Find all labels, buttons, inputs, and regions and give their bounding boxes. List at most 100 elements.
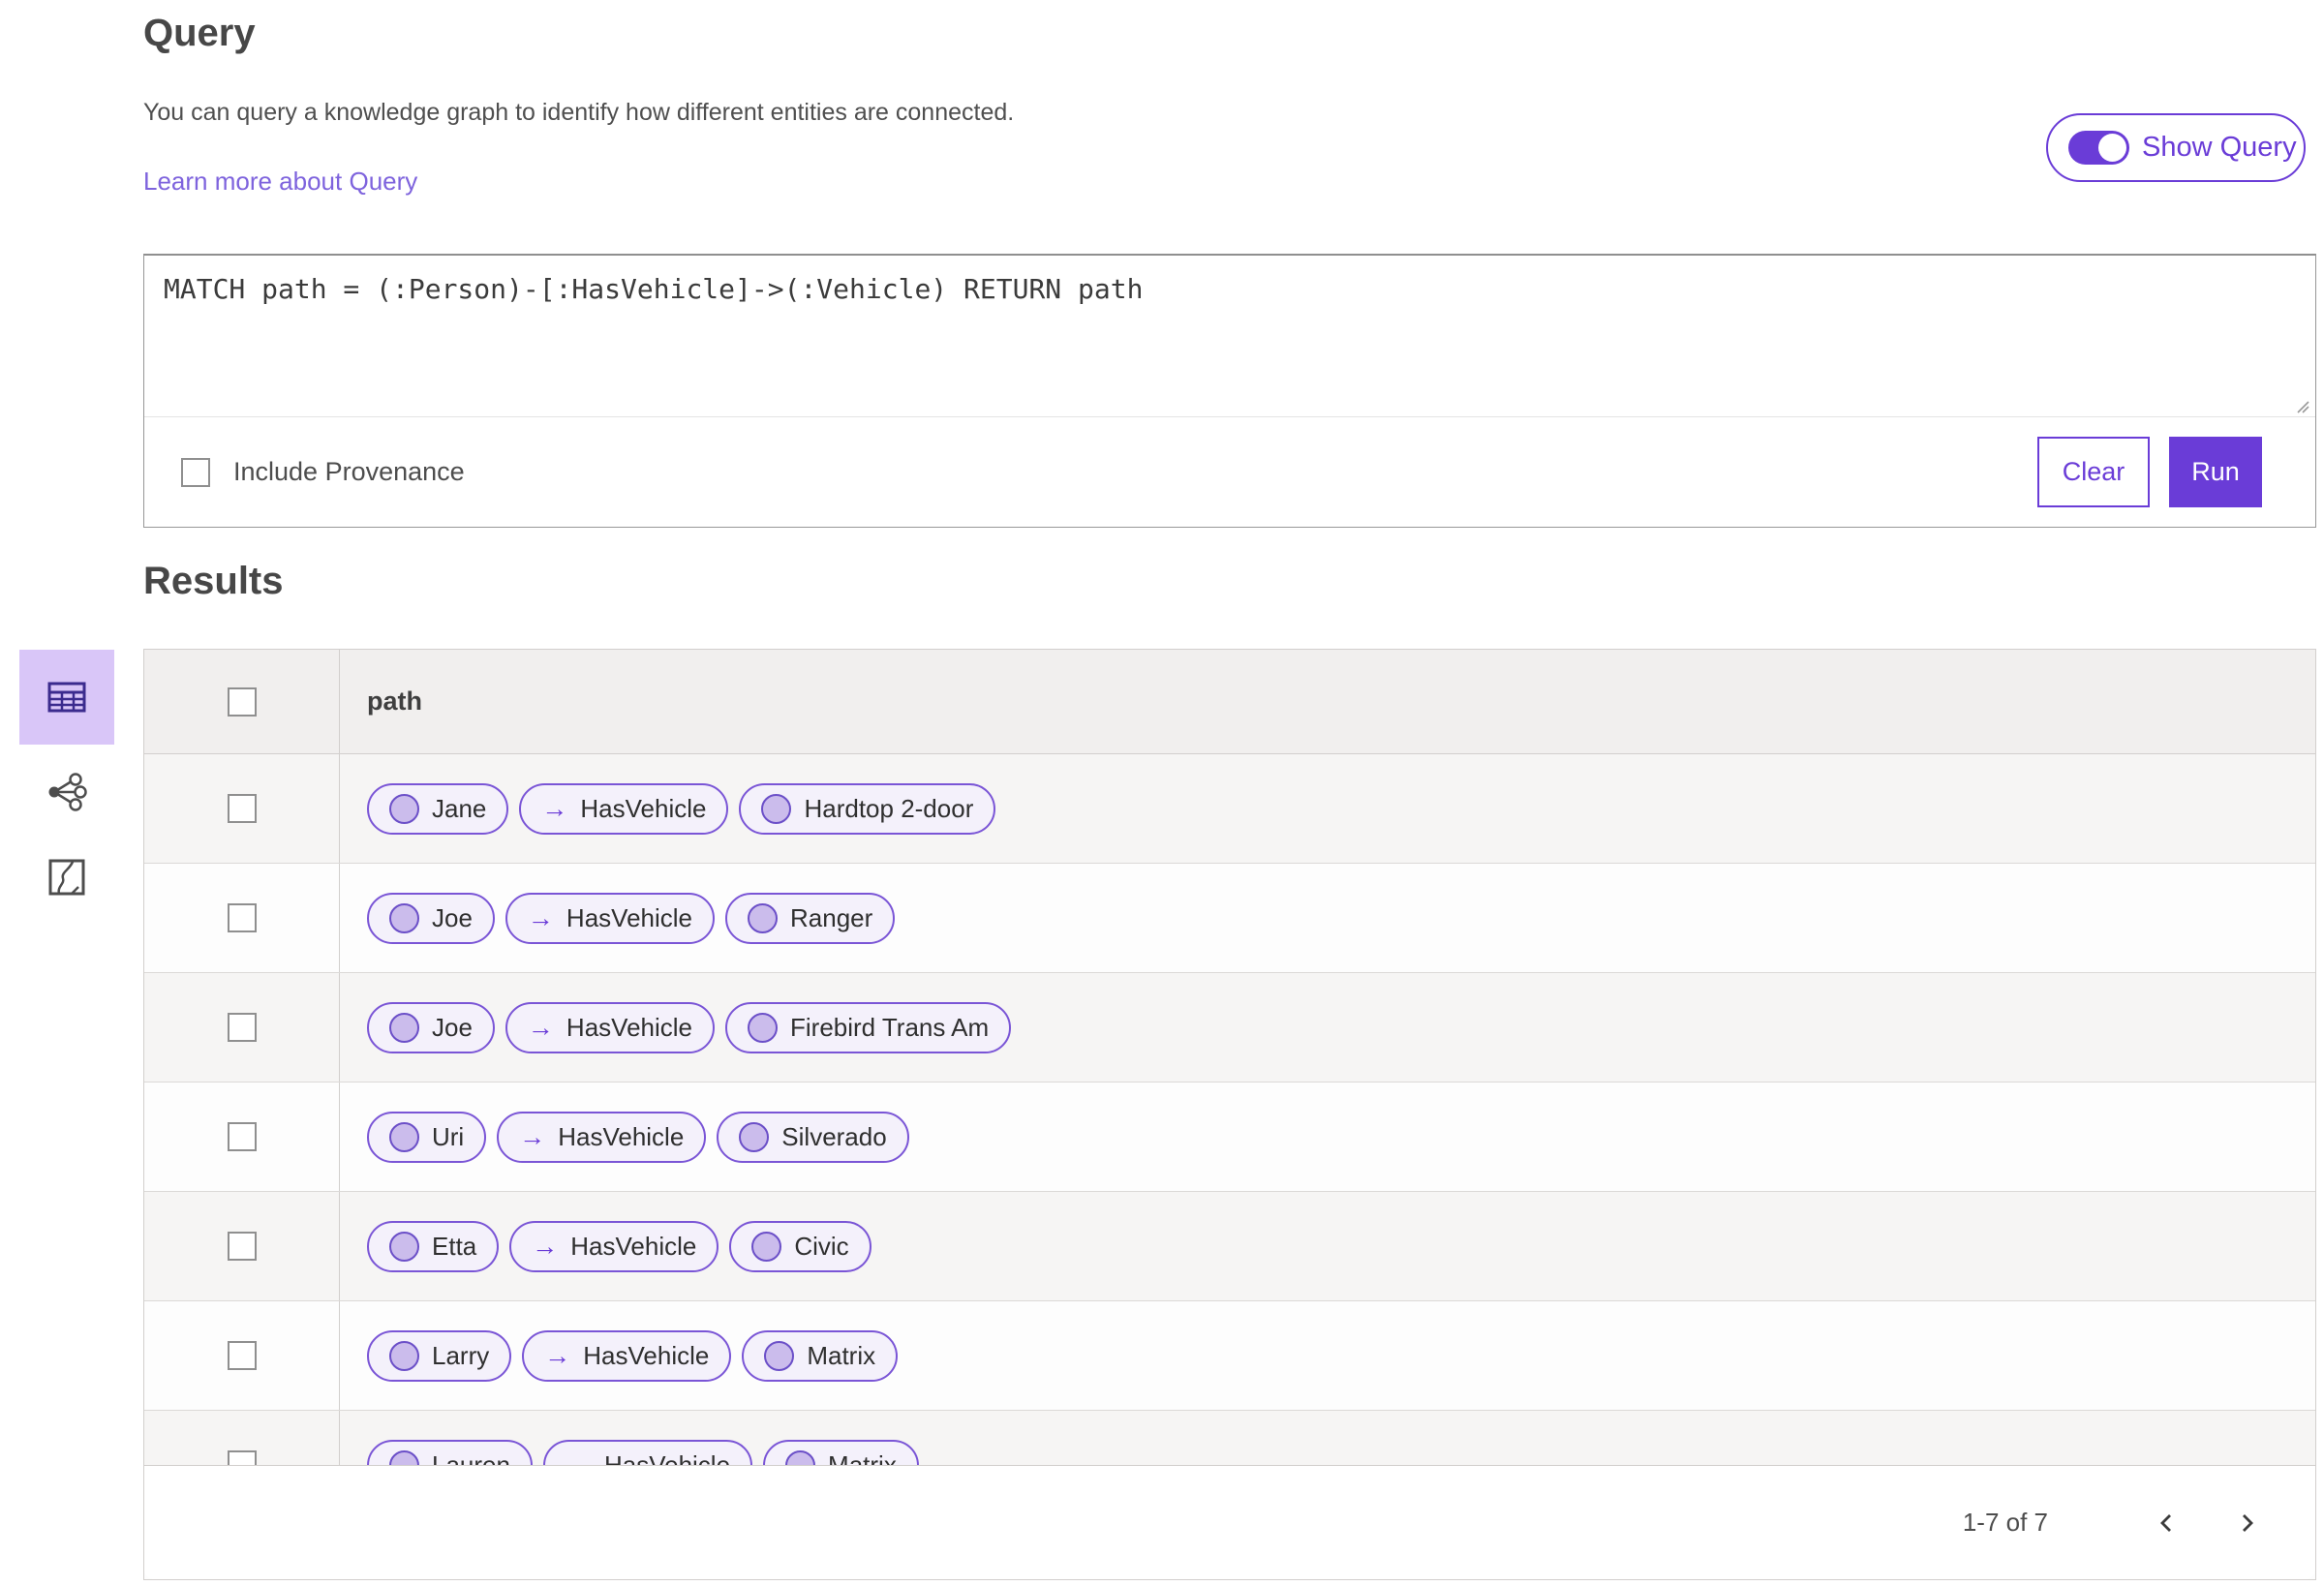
map-view-button[interactable]	[19, 839, 114, 915]
row-select-cell	[144, 1301, 340, 1410]
row-select-cell	[144, 1083, 340, 1191]
query-input[interactable]: MATCH path = (:Person)-[:HasVehicle]->(:…	[144, 256, 2315, 416]
chevron-right-icon	[2243, 1513, 2253, 1532]
entity-pill[interactable]: Larry	[367, 1329, 512, 1382]
entity-pill[interactable]: Firebird Trans Am	[725, 1001, 1012, 1053]
chevron-left-icon	[2160, 1513, 2171, 1532]
relation-pill[interactable]: → HasVehicle	[519, 782, 729, 835]
select-all-checkbox[interactable]	[227, 686, 257, 717]
entity-pill[interactable]: Ranger	[725, 892, 896, 944]
entity-node-icon	[761, 793, 792, 824]
entity-node-icon	[389, 1231, 419, 1262]
row-checkbox[interactable]	[227, 1122, 257, 1151]
entity-pill[interactable]: Uri	[367, 1111, 487, 1163]
entity-pill-label: Jane	[432, 793, 487, 823]
entity-node-icon	[389, 902, 419, 933]
entity-pill[interactable]: Matrix	[742, 1329, 899, 1382]
row-select-cell	[144, 1192, 340, 1300]
query-panel: MATCH path = (:Person)-[:HasVehicle]->(:…	[143, 254, 2316, 528]
entity-pill[interactable]: Jane	[367, 782, 509, 835]
row-select-cell	[144, 973, 340, 1082]
relation-pill[interactable]: → HasVehicle	[505, 892, 715, 944]
path-column-header: path	[367, 686, 422, 716]
relationship-arrow-icon: →	[544, 1340, 571, 1370]
relation-pill[interactable]: → HasVehicle	[505, 1001, 715, 1053]
entity-pill-label: Joe	[432, 902, 473, 932]
relation-pill-label: HasVehicle	[583, 1340, 710, 1370]
next-page-button[interactable]	[2224, 1501, 2269, 1545]
select-all-cell	[144, 650, 340, 753]
row-checkbox[interactable]	[227, 1013, 257, 1042]
entity-pill-label: Ranger	[790, 902, 873, 932]
path-cell: Uri → HasVehicle Silverado	[340, 1111, 909, 1163]
relation-pill[interactable]: → HasVehicle	[497, 1111, 707, 1163]
entity-node-icon	[389, 793, 419, 824]
run-button[interactable]: Run	[2169, 437, 2262, 507]
show-query-toggle[interactable]: Show Query	[2046, 113, 2306, 182]
entity-node-icon	[751, 1231, 782, 1262]
row-checkbox[interactable]	[227, 794, 257, 823]
entity-node-icon	[739, 1121, 770, 1152]
page-title: Query	[143, 12, 256, 54]
pagination-range-label: 1-7 of 7	[1962, 1508, 2048, 1537]
query-page: Query You can query a knowledge graph to…	[0, 0, 2324, 1586]
row-checkbox[interactable]	[227, 903, 257, 932]
table-row: Joe → HasVehicle Firebird Trans Am	[144, 973, 2315, 1083]
entity-node-icon	[748, 902, 778, 933]
include-provenance-label: Include Provenance	[233, 457, 465, 486]
pagination-bar: 1-7 of 7	[144, 1465, 2315, 1579]
learn-more-link[interactable]: Learn more about Query	[143, 167, 417, 197]
relation-pill[interactable]: → HasVehicle	[522, 1329, 732, 1382]
link-chart-view-icon	[48, 773, 87, 811]
relationship-arrow-icon: →	[532, 1231, 559, 1261]
relation-pill-label: HasVehicle	[558, 1121, 685, 1151]
include-provenance-checkbox[interactable]	[181, 457, 210, 487]
path-cell: Etta → HasVehicle Civic	[340, 1220, 872, 1272]
table-row: Etta → HasVehicle Civic	[144, 1192, 2315, 1301]
entity-pill[interactable]: Etta	[367, 1220, 500, 1272]
results-table: path Jane → HasVehicle Hardtop 2-door Jo…	[143, 649, 2316, 1580]
entity-pill[interactable]: Joe	[367, 892, 495, 944]
entity-pill-label: Silverado	[781, 1121, 887, 1151]
entity-pill-label: Hardtop 2-door	[804, 793, 974, 823]
map-view-icon	[48, 859, 85, 896]
table-row: Larry → HasVehicle Matrix	[144, 1301, 2315, 1411]
entity-pill[interactable]: Hardtop 2-door	[739, 782, 996, 835]
show-query-label: Show Query	[2142, 132, 2297, 163]
row-checkbox[interactable]	[227, 1341, 257, 1370]
toggle-switch-icon[interactable]	[2068, 131, 2129, 165]
path-cell: Joe → HasVehicle Ranger	[340, 892, 896, 944]
relation-pill-label: HasVehicle	[580, 793, 707, 823]
entity-pill[interactable]: Joe	[367, 1001, 495, 1053]
page-description: You can query a knowledge graph to ident…	[143, 99, 1015, 126]
table-view-button[interactable]	[19, 650, 114, 745]
path-cell: Joe → HasVehicle Firebird Trans Am	[340, 1001, 1012, 1053]
row-checkbox[interactable]	[227, 1232, 257, 1261]
entity-pill-label: Etta	[432, 1231, 477, 1261]
entity-node-icon	[389, 1012, 419, 1043]
relation-pill-label: HasVehicle	[566, 902, 692, 932]
entity-node-icon	[389, 1340, 419, 1371]
row-select-cell	[144, 754, 340, 863]
resize-grip-icon[interactable]	[2293, 397, 2310, 414]
table-header-row: path	[144, 650, 2315, 754]
table-row: Uri → HasVehicle Silverado	[144, 1083, 2315, 1192]
previous-page-button[interactable]	[2145, 1501, 2189, 1545]
clear-button[interactable]: Clear	[2037, 437, 2150, 507]
entity-pill[interactable]: Civic	[729, 1220, 872, 1272]
path-cell: Larry → HasVehicle Matrix	[340, 1329, 899, 1382]
entity-node-icon	[389, 1121, 419, 1152]
table-view-icon	[47, 682, 86, 713]
table-body: Jane → HasVehicle Hardtop 2-door Joe → H…	[144, 754, 2315, 1520]
link-chart-view-button[interactable]	[19, 754, 114, 830]
entity-pill-label: Firebird Trans Am	[790, 1012, 990, 1042]
table-row: Jane → HasVehicle Hardtop 2-door	[144, 754, 2315, 864]
relationship-arrow-icon: →	[527, 902, 554, 932]
relationship-arrow-icon: →	[541, 793, 568, 823]
relation-pill[interactable]: → HasVehicle	[509, 1220, 719, 1272]
entity-pill[interactable]: Silverado	[717, 1111, 909, 1163]
relation-pill-label: HasVehicle	[570, 1231, 697, 1261]
entity-pill-label: Civic	[794, 1231, 849, 1261]
toggle-knob	[2098, 134, 2126, 162]
relationship-arrow-icon: →	[519, 1121, 546, 1151]
